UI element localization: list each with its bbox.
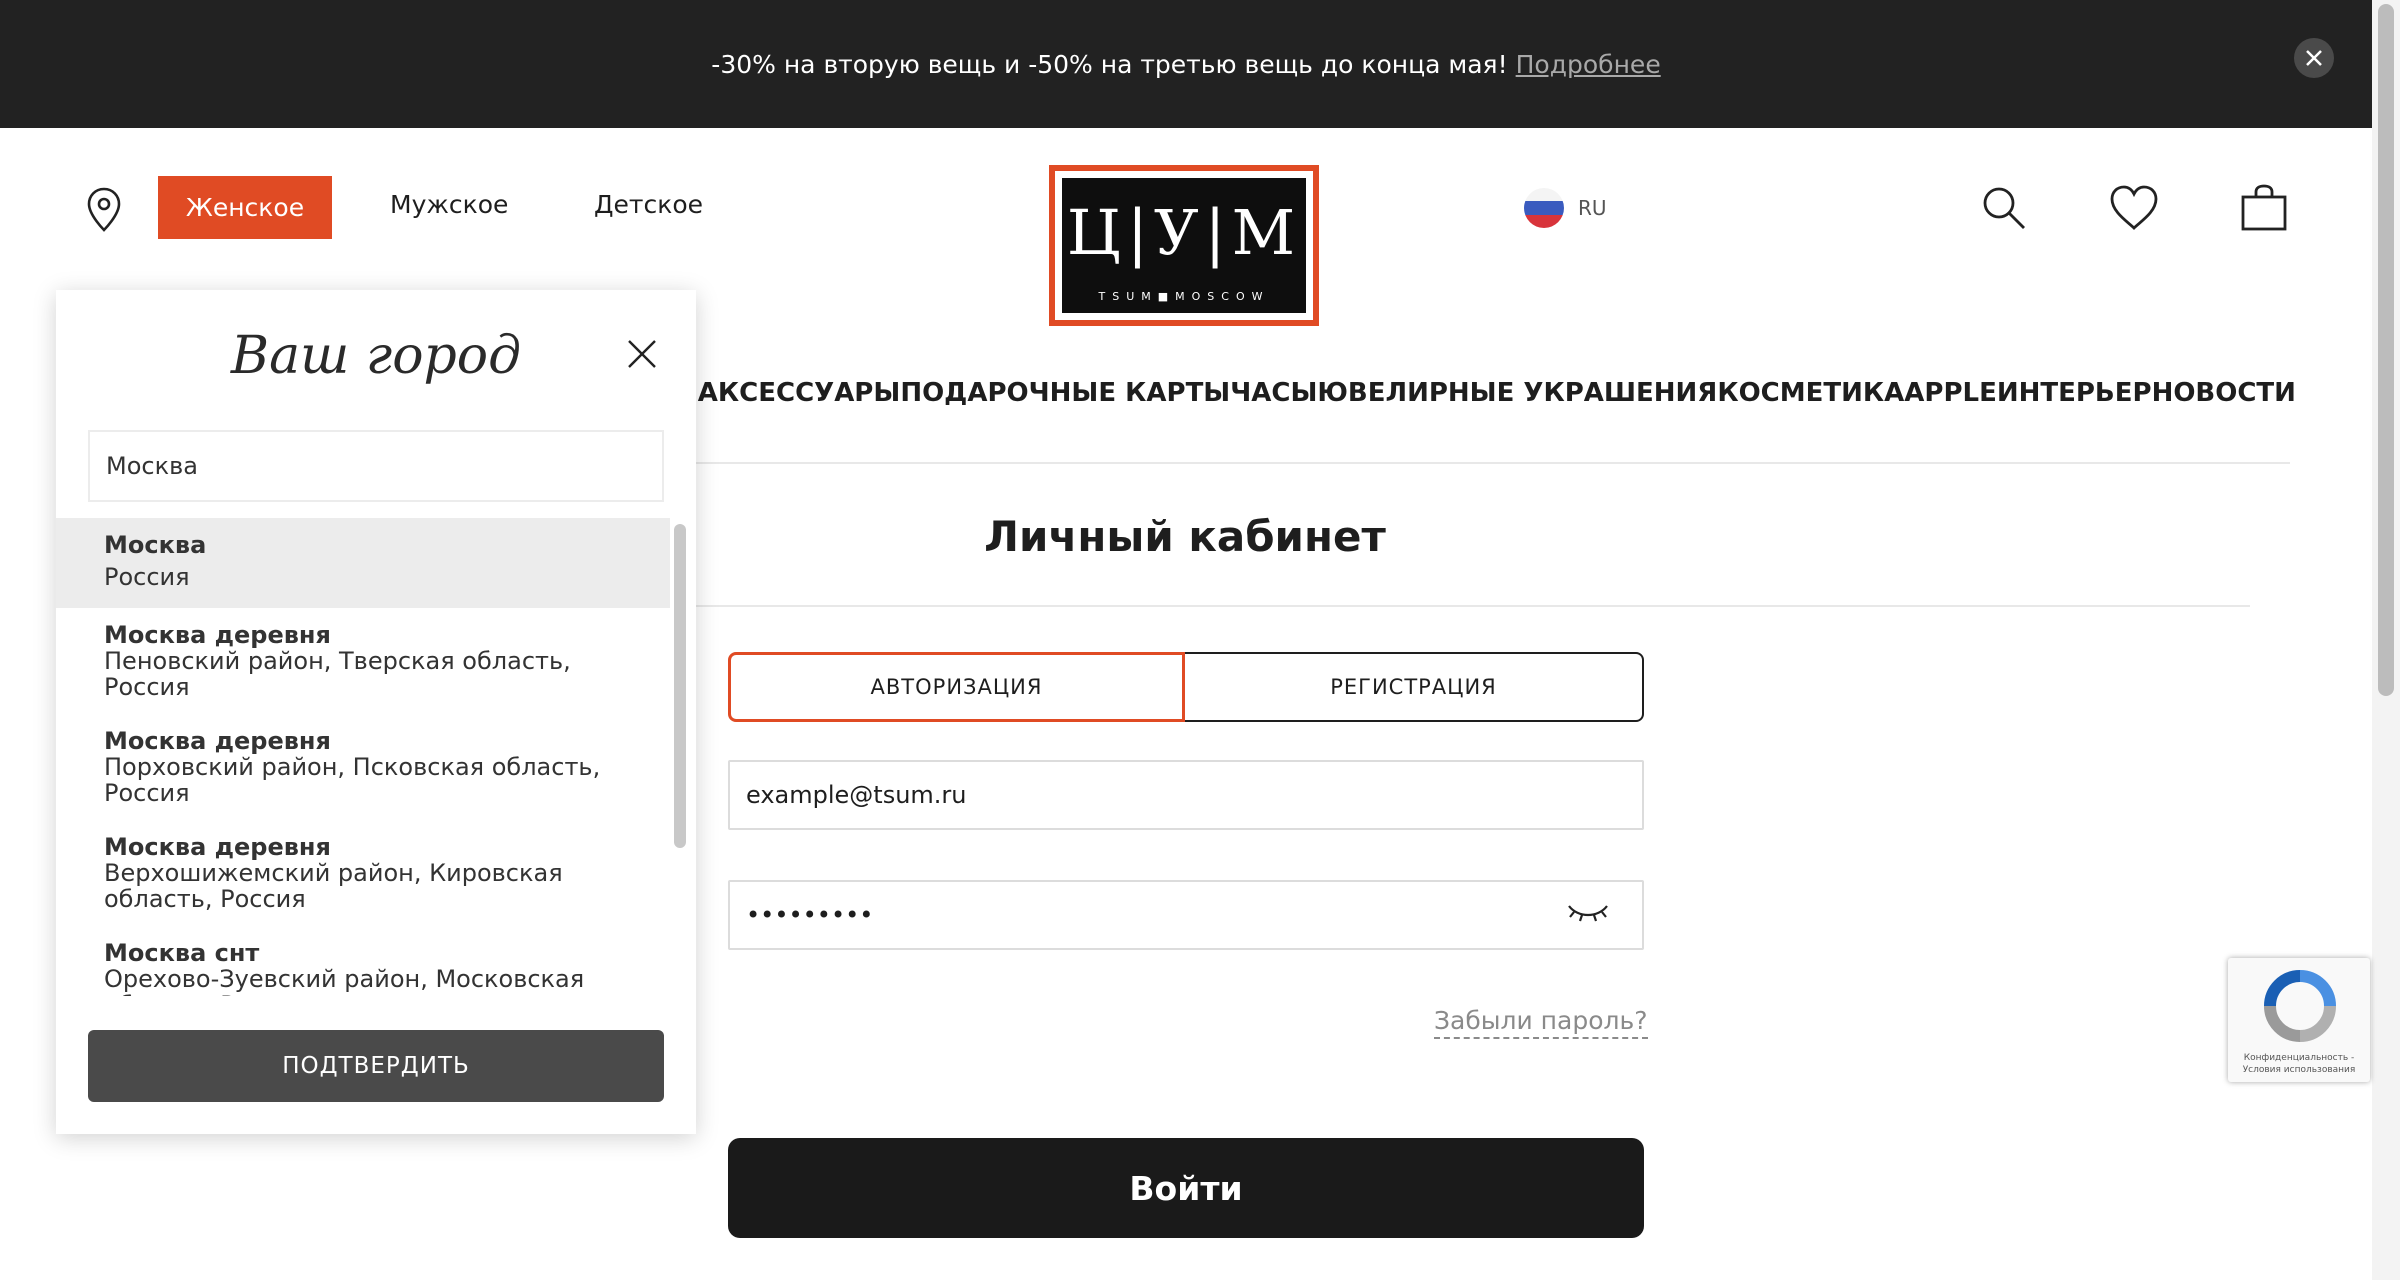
confirm-button[interactable]: ПОДТВЕРДИТЬ [88,1030,664,1102]
city-list-scrollbar[interactable] [674,524,686,848]
city-name: Москва деревня [104,727,331,755]
recaptcha-badge[interactable]: Конфиденциальность - Условия использован… [2228,958,2370,1082]
city-name: Москва снт [104,939,260,967]
city-list[interactable]: Москва Россия Москва деревня Пеновский р… [56,518,670,996]
city-option[interactable]: Москва деревня Пеновский район, Тверская… [56,608,670,714]
promo-banner: -30% на вторую вещь и -50% на третью вещ… [0,0,2372,128]
close-icon [628,340,656,368]
nav-divider [660,462,2290,464]
city-option[interactable]: Москва деревня Порховский район, Псковск… [56,714,670,820]
email-field[interactable]: example@tsum.ru [728,760,1644,830]
recaptcha-text: Конфиденциальность - Условия использован… [2242,1053,2356,1075]
city-region: Порховский район, Псковская область, Рос… [104,753,601,807]
location-pin-icon[interactable] [84,186,124,234]
promo-text: -30% на вторую вещь и -50% на третью вещ… [711,49,1508,79]
title-divider [660,605,2250,607]
category-item[interactable]: ЧАСЫ [1230,378,1317,408]
popup-close-button[interactable] [626,338,658,374]
password-field[interactable]: ••••••••• [728,880,1644,950]
city-region: Орехово-Зуевский район, Московская облас… [104,965,585,996]
forgot-password-link[interactable]: Забыли пароль? [1434,1006,1648,1039]
login-button[interactable]: Войти [728,1138,1644,1238]
city-search-input[interactable]: Москва [88,430,664,502]
category-nav: И АКСЕССУАРЫ ПОДАРОЧНЫЕ КАРТЫ ЧАСЫ ЮВЕЛИ… [676,378,2296,408]
logo-subtitle: TSUM■MOSCOW [1098,290,1270,303]
nav-kids[interactable]: Детское [594,190,703,219]
promo-link[interactable]: Подробнее [1516,50,1661,79]
city-name: Москва деревня [104,621,331,649]
tab-login[interactable]: АВТОРИЗАЦИЯ [728,652,1185,722]
language-selector[interactable]: RU [1524,188,1607,228]
category-item[interactable]: НОВОСТИ [2152,378,2296,408]
category-item[interactable]: APPLE [1904,378,1997,408]
category-item[interactable]: АКСЕССУАРЫ [698,378,901,408]
shopping-bag-icon[interactable] [2240,184,2288,236]
nav-men[interactable]: Мужское [390,190,508,219]
city-option[interactable]: Москва деревня Верхошижемский район, Кир… [56,820,670,926]
category-item[interactable]: ПОДАРОЧНЫЕ КАРТЫ [900,378,1230,408]
heart-icon[interactable] [2108,184,2160,236]
close-icon [2306,50,2322,66]
city-region: Россия [104,563,190,591]
tab-register[interactable]: РЕГИСТРАЦИЯ [1185,652,1644,722]
city-popup: Ваш город Москва Москва Россия Москва де… [56,290,696,1134]
promo-close-button[interactable] [2294,38,2334,78]
city-region: Верхошижемский район, Кировская область,… [104,859,563,913]
category-item[interactable]: ИНТЕРЬЕР [1997,378,2152,408]
city-option[interactable]: Москва Россия [56,518,670,608]
tsum-logo[interactable]: Ц|У|М TSUM■MOSCOW [1049,165,1319,326]
logo-letters: Ц|У|М [1066,196,1302,269]
language-label: RU [1578,196,1607,220]
eye-closed-icon[interactable] [1566,900,1610,930]
city-option[interactable]: Москва снт Орехово-Зуевский район, Моско… [56,926,670,996]
recaptcha-icon [2264,970,2336,1042]
nav-women[interactable]: Женское [158,176,332,239]
auth-tabs: АВТОРИЗАЦИЯ РЕГИСТРАЦИЯ [728,652,1644,722]
city-name: Москва деревня [104,833,331,861]
popup-pointer [88,262,144,290]
city-name: Москва [104,531,207,559]
search-icon[interactable] [1980,184,2028,236]
city-region: Пеновский район, Тверская область, Росси… [104,647,571,701]
category-item[interactable]: ЮВЕЛИРНЫЕ УКРАШЕНИЯ [1317,378,1717,408]
page-scrollbar-thumb[interactable] [2378,4,2394,696]
page-title: Личный кабинет [984,512,1386,561]
category-item[interactable]: КОСМЕТИКА [1717,378,1904,408]
russia-flag-icon [1524,188,1564,228]
popup-title: Ваш город [230,326,522,386]
